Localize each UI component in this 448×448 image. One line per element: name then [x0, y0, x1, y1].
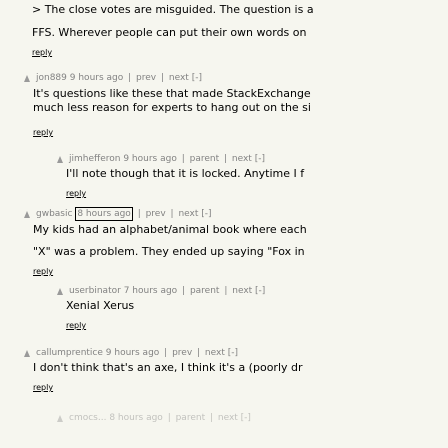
- reply-link[interactable]: reply: [33, 127, 53, 139]
- comment-age[interactable]: 7 hours ago: [124, 285, 178, 297]
- next-collapse-link[interactable]: next [-]: [218, 412, 251, 424]
- comment-text-line: > The close votes are misguided. The que…: [32, 3, 314, 16]
- parent-link[interactable]: parent: [190, 153, 220, 165]
- upvote-arrow-icon[interactable]: [24, 349, 30, 357]
- prev-link[interactable]: prev: [136, 72, 156, 84]
- comment-user[interactable]: jimhefferon: [69, 153, 120, 165]
- comment-age[interactable]: 9 hours ago: [70, 72, 124, 84]
- reply-link[interactable]: reply: [66, 320, 86, 332]
- prev-link[interactable]: prev: [172, 347, 192, 359]
- comment-user[interactable]: userbinator: [69, 285, 121, 297]
- comment: gwbasic 8 hours ago | prev | next [-] My…: [24, 207, 307, 278]
- next-collapse-link[interactable]: next [-]: [178, 208, 211, 220]
- comment-header: jon889 9 hours ago | prev | next [-]: [24, 72, 311, 84]
- upvote-arrow-icon[interactable]: [57, 287, 63, 295]
- upvote-arrow-icon[interactable]: [57, 414, 63, 422]
- parent-link[interactable]: parent: [190, 285, 220, 297]
- next-collapse-link[interactable]: next [-]: [232, 285, 265, 297]
- comment-age[interactable]: 9 hours ago: [106, 347, 160, 359]
- comment: callumprentice 9 hours ago | prev | next…: [24, 347, 303, 394]
- comment: jon889 9 hours ago | prev | next [-] It'…: [24, 72, 311, 139]
- comment-text-line: It's questions like these that made Stac…: [33, 87, 311, 100]
- reply-link[interactable]: reply: [66, 188, 86, 200]
- comment-header: callumprentice 9 hours ago | prev | next…: [24, 347, 303, 359]
- comment-text-line: FFS. Wherever people can put their own w…: [32, 26, 307, 39]
- comment: jimhefferon 9 hours ago | parent | next …: [57, 153, 304, 200]
- reply-link[interactable]: reply: [32, 47, 52, 59]
- comment-age[interactable]: 8 hours ago: [109, 412, 163, 424]
- upvote-arrow-icon[interactable]: [24, 210, 30, 218]
- comment-text-line: I don't think that's an axe, I think it'…: [33, 361, 303, 374]
- comment-text-line: Xenial Xerus: [66, 299, 135, 312]
- comment: userbinator 7 hours ago | parent | next …: [57, 285, 265, 332]
- comment: > The close votes are misguided. The que…: [32, 0, 314, 59]
- comment-user[interactable]: cmocs...: [69, 412, 106, 424]
- comment: cmocs... 8 hours ago | parent | next [-]: [57, 412, 251, 424]
- comment-age[interactable]: 8 hours ago: [75, 207, 133, 221]
- comment-user[interactable]: jon889: [36, 72, 67, 84]
- comment-header: userbinator 7 hours ago | parent | next …: [57, 285, 265, 297]
- upvote-arrow-icon[interactable]: [57, 155, 63, 163]
- comment-user[interactable]: callumprentice: [36, 347, 103, 359]
- comment-user[interactable]: gwbasic: [36, 208, 72, 220]
- comment-text-line: My kids had an alphabet/animal book wher…: [33, 223, 307, 236]
- reply-link[interactable]: reply: [33, 266, 53, 278]
- comment-text-line: I'll note though that it is locked. Anyt…: [66, 167, 305, 180]
- next-collapse-link[interactable]: next [-]: [232, 153, 265, 165]
- comment-header: cmocs... 8 hours ago | parent | next [-]: [57, 412, 251, 424]
- comment-header: gwbasic 8 hours ago | prev | next [-]: [24, 207, 307, 221]
- next-collapse-link[interactable]: next [-]: [169, 72, 202, 84]
- prev-link[interactable]: prev: [146, 208, 166, 220]
- comment-text-line: much less reason for experts to hang out…: [33, 101, 311, 114]
- upvote-arrow-icon[interactable]: [24, 74, 30, 82]
- comment-text-line: "X" was a problem. They ended up saying …: [33, 245, 305, 258]
- comment-age[interactable]: 9 hours ago: [123, 153, 177, 165]
- parent-link[interactable]: parent: [176, 412, 206, 424]
- next-collapse-link[interactable]: next [-]: [205, 347, 238, 359]
- comment-header: jimhefferon 9 hours ago | parent | next …: [57, 153, 304, 165]
- reply-link[interactable]: reply: [33, 382, 53, 394]
